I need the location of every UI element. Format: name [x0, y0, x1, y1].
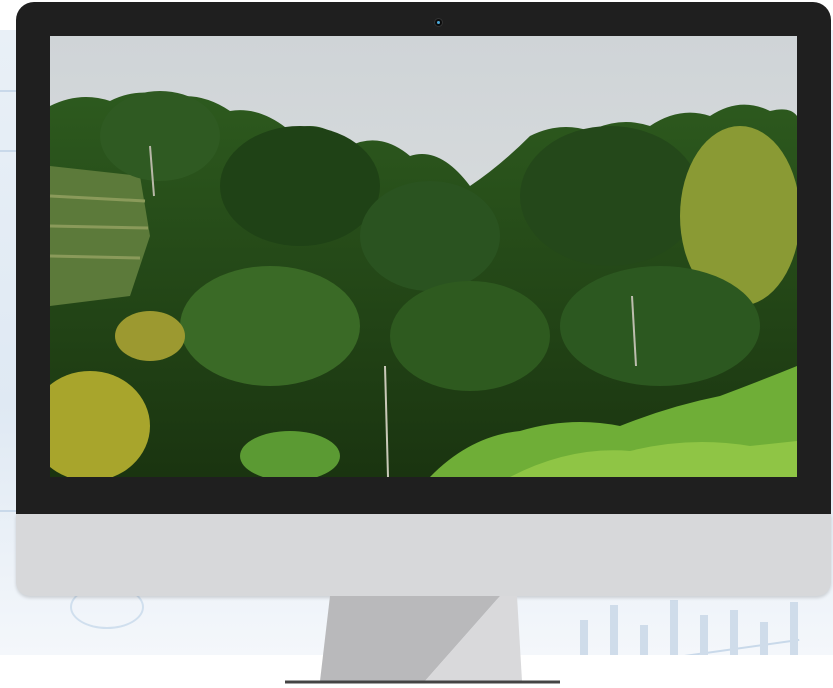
- tree-crown: [360, 181, 500, 291]
- tree-crown: [560, 266, 760, 386]
- monitor-screen-photo: [50, 36, 797, 477]
- webcam-icon: [435, 19, 442, 26]
- monitor-stand: [285, 596, 560, 684]
- background-bars-decoration: [520, 590, 833, 655]
- yellow-shrub: [115, 311, 185, 361]
- tree-crown: [100, 91, 220, 181]
- forest-landscape-image: [50, 36, 797, 477]
- tree-crown: [220, 126, 380, 246]
- tree-crown: [180, 266, 360, 386]
- monitor-chin: [16, 514, 831, 596]
- tree-crown: [390, 281, 550, 391]
- tree-crown: [520, 126, 700, 266]
